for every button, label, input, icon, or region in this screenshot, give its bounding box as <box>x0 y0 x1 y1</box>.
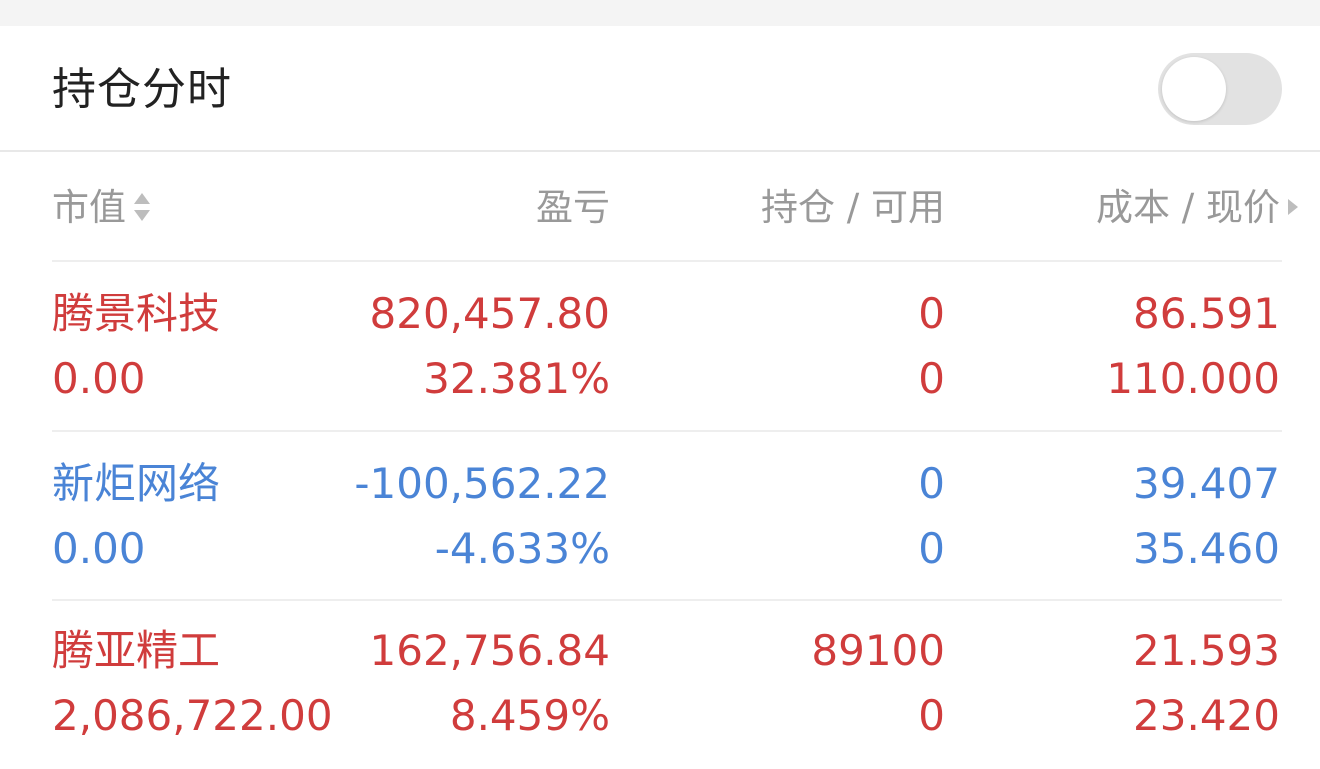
column-position-available: 持仓 / 可用 <box>761 186 945 229</box>
market-value: 0.00 <box>52 524 146 573</box>
column-profit-loss: 盈亏 <box>536 186 610 229</box>
cost-price: 39.407 <box>1133 459 1280 508</box>
profit-value: 820,457.80 <box>369 289 610 338</box>
section-header: 持仓分时 <box>0 26 1320 152</box>
toggle-knob <box>1162 57 1226 121</box>
stock-name: 腾亚精工 <box>52 626 221 675</box>
profit-value: -100,562.22 <box>354 459 610 508</box>
stock-name: 腾景科技 <box>52 289 221 338</box>
table-row[interactable]: 腾亚精工 2,086,722.00 162,756.84 8.459% 8910… <box>0 601 1320 769</box>
position-qty: 0 <box>918 459 945 508</box>
section-title: 持仓分时 <box>52 64 232 115</box>
profit-percent: 8.459% <box>449 691 610 740</box>
cost-price: 86.591 <box>1133 289 1280 338</box>
top-strip <box>0 0 1320 26</box>
expand-right-icon[interactable] <box>1286 187 1300 227</box>
current-price: 35.460 <box>1133 524 1280 573</box>
current-price: 23.420 <box>1133 691 1280 740</box>
profit-percent: 32.381% <box>423 354 610 403</box>
stock-name: 新炬网络 <box>52 459 221 508</box>
table-row[interactable]: 腾景科技 0.00 820,457.80 32.381% 0 0 86.591 … <box>0 262 1320 430</box>
column-cost-price-label: 成本 / 现价 <box>1096 186 1280 229</box>
column-cost-price[interactable]: 成本 / 现价 <box>1096 184 1300 232</box>
market-value: 0.00 <box>52 354 146 403</box>
market-value: 2,086,722.00 <box>52 691 333 740</box>
position-qty: 89100 <box>811 626 945 675</box>
intraday-toggle[interactable] <box>1158 53 1282 125</box>
position-qty: 0 <box>918 289 945 338</box>
current-price: 110.000 <box>1106 354 1280 403</box>
cost-price: 21.593 <box>1133 626 1280 675</box>
available-qty: 0 <box>918 354 945 403</box>
available-qty: 0 <box>918 691 945 740</box>
table-row[interactable]: 新炬网络 0.00 -100,562.22 -4.633% 0 0 39.407… <box>0 432 1320 600</box>
sort-icon[interactable] <box>132 187 152 227</box>
column-header-row: 市值 盈亏 持仓 / 可用 成本 / 现价 <box>0 152 1320 260</box>
column-market-value-label: 市值 <box>52 186 126 229</box>
profit-value: 162,756.84 <box>369 626 610 675</box>
profit-percent: -4.633% <box>434 524 610 573</box>
column-market-value[interactable]: 市值 <box>52 184 152 232</box>
available-qty: 0 <box>918 524 945 573</box>
